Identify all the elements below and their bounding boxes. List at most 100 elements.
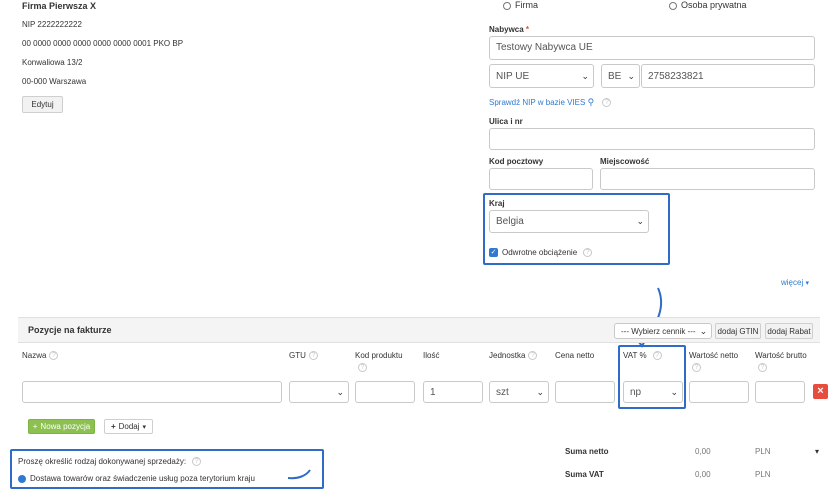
help-icon[interactable]: ?	[692, 363, 701, 372]
reverse-charge-checkbox[interactable]: ✓	[489, 248, 498, 257]
help-icon[interactable]: ?	[192, 457, 202, 467]
help-icon[interactable]: ?	[758, 363, 767, 372]
buyer-name-input[interactable]: Testowy Nabywca UE	[489, 36, 815, 60]
column-net-price: Cena netto	[555, 351, 595, 360]
chevron-down-icon: ⌄	[636, 216, 644, 226]
arrow-annotation-small	[287, 469, 311, 480]
column-gross-value: Wartość brutto?	[755, 351, 807, 372]
net-value-input[interactable]	[689, 381, 749, 403]
delete-row-icon[interactable]: ×	[813, 384, 828, 399]
total-net-value: 0,00	[695, 447, 711, 456]
chevron-down-icon: ⌄	[699, 325, 708, 336]
help-icon[interactable]: ?	[49, 351, 59, 361]
chevron-down-icon: ⌄	[581, 70, 589, 81]
total-net-label: Suma netto	[565, 447, 609, 456]
add-label: Dodaj	[118, 422, 140, 431]
plus-icon: +	[32, 422, 38, 431]
column-quantity: Ilość	[423, 351, 440, 360]
add-gtin-button[interactable]: dodaj GTIN	[715, 323, 761, 339]
product-code-input[interactable]	[355, 381, 415, 403]
buyer-type-company-label: Firma	[515, 0, 538, 10]
pricelist-select[interactable]: --- Wybierz cennik --- ⌄	[614, 323, 712, 339]
street-input[interactable]	[489, 128, 815, 150]
add-discount-button[interactable]: dodaj Rabat	[765, 323, 813, 339]
required-mark: *	[525, 25, 530, 34]
total-vat-value: 0,00	[695, 470, 711, 479]
edit-seller-button[interactable]: Edytuj	[22, 96, 63, 113]
vies-link[interactable]: Sprawdź NIP w bazie VIES ⚲ ?	[489, 97, 612, 108]
new-item-label: Nowa pozycja	[40, 422, 91, 431]
caret-down-icon: ▾	[805, 280, 809, 287]
radio-icon	[669, 1, 677, 10]
city-input[interactable]	[600, 168, 815, 190]
nip-type-value: NIP UE	[496, 70, 530, 82]
new-item-button[interactable]: + Nowa pozycja	[28, 419, 95, 434]
help-icon[interactable]: ?	[652, 351, 662, 361]
reverse-charge-label: Odwrotne obciążenie?	[502, 248, 593, 258]
seller-name: Firma Pierwsza X	[22, 1, 97, 11]
vat-select[interactable]: np ⌄	[623, 381, 683, 403]
vies-link-label: Sprawdź NIP w bazie VIES	[489, 98, 586, 107]
search-icon: ⚲	[587, 97, 595, 107]
more-link[interactable]: więcej ▾	[781, 278, 809, 287]
total-vat-currency: PLN	[755, 470, 771, 479]
gtu-select[interactable]: ⌄	[289, 381, 349, 403]
country-code-value: BE	[608, 70, 622, 82]
unit-select[interactable]: szt ⌄	[489, 381, 549, 403]
radio-selected-icon	[18, 474, 26, 483]
nip-input[interactable]: 2758233821	[641, 64, 815, 88]
chevron-down-icon: ⌄	[627, 70, 635, 81]
buyer-type-private[interactable]: Osoba prywatna	[669, 0, 747, 10]
help-icon[interactable]: ?	[358, 363, 367, 372]
sale-type-option-1[interactable]: Dostawa towarów oraz świadczenie usług p…	[18, 474, 255, 483]
quantity-input[interactable]: 1	[423, 381, 483, 403]
country-select[interactable]: Belgia ⌄	[489, 210, 649, 233]
column-unit: Jednostka?	[489, 351, 538, 361]
help-icon[interactable]: ?	[583, 248, 593, 258]
caret-down-icon: ▾	[142, 423, 147, 431]
street-label: Ulica i nr	[489, 117, 523, 126]
column-product-code: Kod produktu?	[355, 351, 403, 372]
help-icon[interactable]: ?	[602, 98, 612, 108]
city-label: Miejscowość	[600, 157, 650, 166]
column-name: Nazwa?	[22, 351, 59, 361]
chevron-down-icon: ⌄	[670, 386, 678, 397]
chevron-down-icon: ⌄	[536, 386, 544, 397]
seller-street: Konwaliowa 13/2	[22, 58, 83, 67]
nip-type-select[interactable]: NIP UE ⌄	[489, 64, 594, 88]
buyer-label: Nabywca *	[489, 25, 530, 34]
seller-city: 00-000 Warszawa	[22, 77, 87, 86]
column-net-value: Wartość netto?	[689, 351, 739, 372]
gross-value-input[interactable]	[755, 381, 805, 403]
item-name-input[interactable]	[22, 381, 282, 403]
buyer-type-private-label: Osoba prywatna	[681, 0, 747, 10]
radio-icon	[503, 1, 511, 10]
more-link-label: więcej	[781, 278, 804, 287]
add-dropdown-button[interactable]: + Dodaj ▾	[104, 419, 153, 434]
sale-type-highlight-box	[10, 449, 324, 489]
chevron-down-icon: ⌄	[336, 386, 344, 397]
postal-input[interactable]	[489, 168, 593, 190]
unit-value: szt	[496, 386, 509, 398]
postal-label: Kod pocztowy	[489, 157, 544, 166]
buyer-type-company[interactable]: Firma	[503, 0, 538, 10]
currency-caret-icon[interactable]: ▾	[815, 447, 819, 456]
country-value: Belgia	[496, 216, 524, 227]
total-net-currency: PLN	[755, 447, 771, 456]
plus-icon: +	[110, 422, 116, 431]
net-price-input[interactable]	[555, 381, 615, 403]
column-vat: VAT %?	[623, 351, 662, 361]
items-title: Pozycje na fakturze	[28, 325, 112, 335]
sale-type-question: Proszę określić rodzaj dokonywanej sprze…	[18, 457, 202, 467]
column-gtu: GTU?	[289, 351, 318, 361]
country-label: Kraj	[489, 199, 505, 208]
total-vat-label: Suma VAT	[565, 470, 604, 479]
help-icon[interactable]: ?	[528, 351, 538, 361]
seller-account: 00 0000 0000 0000 0000 0000 0001 PKO BP	[22, 39, 184, 48]
help-icon[interactable]: ?	[308, 351, 318, 361]
sale-type-option-1-label: Dostawa towarów oraz świadczenie usług p…	[30, 474, 255, 483]
vat-value: np	[630, 386, 642, 398]
country-code-select[interactable]: BE ⌄	[601, 64, 640, 88]
pricelist-value: --- Wybierz cennik ---	[621, 326, 696, 336]
seller-nip: NIP 2222222222	[22, 20, 82, 29]
